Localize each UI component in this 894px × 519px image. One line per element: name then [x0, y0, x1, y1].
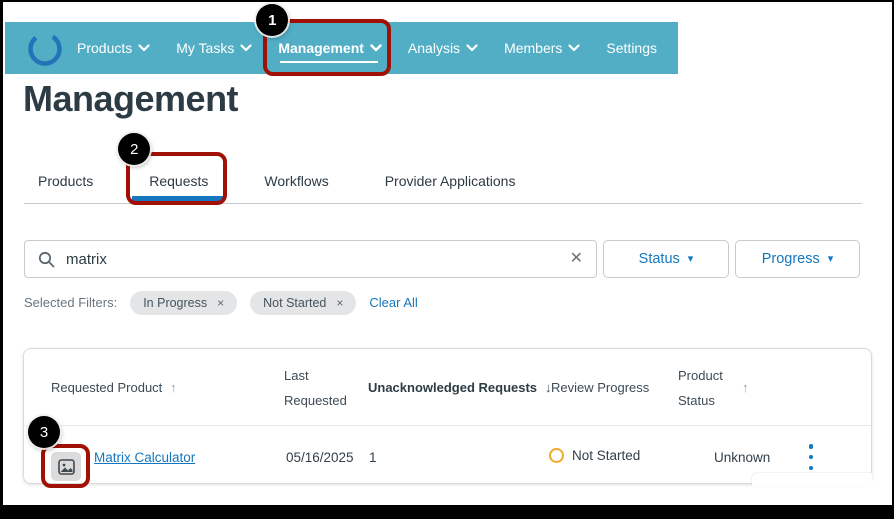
nav-item-products[interactable]: Products	[77, 22, 150, 74]
row-options-kebab-menu-icon[interactable]	[803, 444, 819, 470]
nav-item-label: Settings	[606, 40, 658, 56]
image-icon	[57, 458, 75, 475]
sort-asc-icon: ↑	[742, 380, 749, 395]
product-link[interactable]: Matrix Calculator	[94, 450, 195, 465]
nav-item-management[interactable]: Management 1	[256, 4, 391, 76]
caret-down-icon: ▾	[687, 252, 694, 265]
app-logo-spinner-icon[interactable]	[25, 28, 65, 68]
chevron-down-icon	[568, 44, 581, 52]
callout-badge-2: 2	[118, 133, 151, 165]
last-requested-value: 05/16/2025	[286, 450, 354, 465]
callout-number: 2	[130, 140, 139, 158]
tab-bar: Products Requests 2 Workflows Provider A…	[21, 133, 533, 205]
nav-item-members[interactable]: Members	[504, 22, 581, 74]
column-header-unacknowledged-requests[interactable]: Unacknowledged Requests ↓	[368, 349, 552, 426]
requests-table: Requested Product ↑ Last Requested Unack…	[23, 348, 872, 488]
column-label: Review Progress	[551, 380, 650, 395]
table-header-row: Requested Product ↑ Last Requested Unack…	[24, 349, 871, 426]
nav-item-my-tasks[interactable]: My Tasks	[176, 22, 252, 74]
chip-remove-icon[interactable]: ×	[217, 296, 224, 310]
sort-asc-icon: ↑	[170, 380, 177, 395]
callout-number: 3	[39, 423, 49, 441]
screenshot-frame: Products My Tasks Management 1 Analysis …	[0, 0, 894, 519]
page-title: Management	[23, 78, 239, 119]
nav-item-label: Management	[278, 40, 364, 56]
column-header-requested-product[interactable]: Requested Product ↑	[51, 349, 177, 426]
chevron-down-icon	[370, 44, 382, 52]
tab-label: Products	[38, 172, 94, 189]
selected-filters-row: Selected Filters: In Progress × Not Star…	[24, 290, 418, 315]
search-box: ✕	[24, 240, 597, 278]
not-started-status-icon	[549, 448, 564, 463]
chevron-down-icon	[138, 44, 150, 52]
top-navbar: Products My Tasks Management 1 Analysis …	[5, 4, 678, 76]
horizontal-scrollbar[interactable]	[752, 473, 872, 486]
filter-chip-not-started[interactable]: Not Started ×	[250, 290, 357, 315]
product-image-icon[interactable]	[51, 452, 81, 481]
search-input[interactable]	[66, 250, 570, 268]
callout-badge-3: 3	[28, 416, 60, 448]
review-progress-value: Not Started	[572, 448, 641, 463]
tab-provider-applications[interactable]: Provider Applications	[368, 158, 533, 203]
kebab-dot	[808, 444, 814, 449]
status-filter-button[interactable]: Status ▾	[603, 240, 729, 278]
column-label: Last Requested	[284, 367, 347, 408]
tab-label: Provider Applications	[384, 172, 516, 189]
active-tab-underline	[132, 196, 226, 201]
nav-item-analysis[interactable]: Analysis	[408, 22, 478, 74]
selected-filters-label: Selected Filters:	[24, 295, 118, 310]
caret-down-icon: ▾	[827, 252, 834, 265]
tab-label: Workflows	[264, 172, 329, 189]
nav-items: Products My Tasks Management 1 Analysis …	[77, 4, 657, 76]
nav-item-settings[interactable]: Settings	[606, 22, 657, 74]
tab-workflows[interactable]: Workflows	[247, 158, 345, 203]
tab-products[interactable]: Products	[21, 158, 110, 203]
tab-label: Requests	[149, 172, 209, 189]
filter-chip-in-progress[interactable]: In Progress ×	[130, 290, 238, 315]
product-status-value: Unknown	[714, 450, 771, 465]
product-thumbnail-wrap: 3	[28, 416, 90, 488]
column-header-review-progress[interactable]: Review Progress	[551, 349, 649, 426]
tab-requests[interactable]: Requests 2	[118, 133, 228, 205]
chip-remove-icon[interactable]: ×	[336, 296, 343, 310]
review-progress-cell: Not Started	[549, 448, 640, 463]
column-label: Unacknowledged Requests	[368, 380, 538, 395]
chip-label: In Progress	[143, 295, 208, 310]
progress-filter-label: Progress	[761, 251, 820, 267]
nav-item-label: Analysis	[407, 40, 461, 56]
callout-badge-1: 1	[256, 4, 289, 36]
frame-border-bottom	[0, 505, 894, 519]
column-label: Requested Product	[51, 380, 163, 395]
search-icon	[38, 251, 55, 267]
nav-item-label: My Tasks	[176, 40, 235, 56]
callout-number: 1	[268, 11, 277, 29]
column-header-last-requested[interactable]: Last Requested	[284, 349, 356, 426]
chevron-down-icon	[240, 44, 252, 52]
chevron-down-icon	[466, 44, 478, 52]
tabs-divider	[24, 203, 862, 204]
frame-border-left	[0, 0, 3, 519]
active-nav-underline	[280, 61, 378, 63]
column-header-product-status[interactable]: Product Status ↑	[678, 349, 749, 426]
column-label: Product Status	[678, 367, 723, 408]
nav-item-label: Members	[504, 40, 563, 56]
chip-label: Not Started	[263, 295, 327, 310]
nav-item-label: Products	[77, 40, 133, 56]
progress-filter-button[interactable]: Progress ▾	[735, 240, 860, 278]
kebab-dot	[808, 454, 814, 460]
unacknowledged-count: 1	[369, 450, 377, 465]
clear-all-link[interactable]: Clear All	[369, 295, 417, 310]
frame-border-top	[0, 0, 894, 2]
search-clear-icon[interactable]: ✕	[570, 251, 583, 267]
kebab-dot	[808, 465, 814, 470]
status-filter-label: Status	[638, 251, 680, 267]
